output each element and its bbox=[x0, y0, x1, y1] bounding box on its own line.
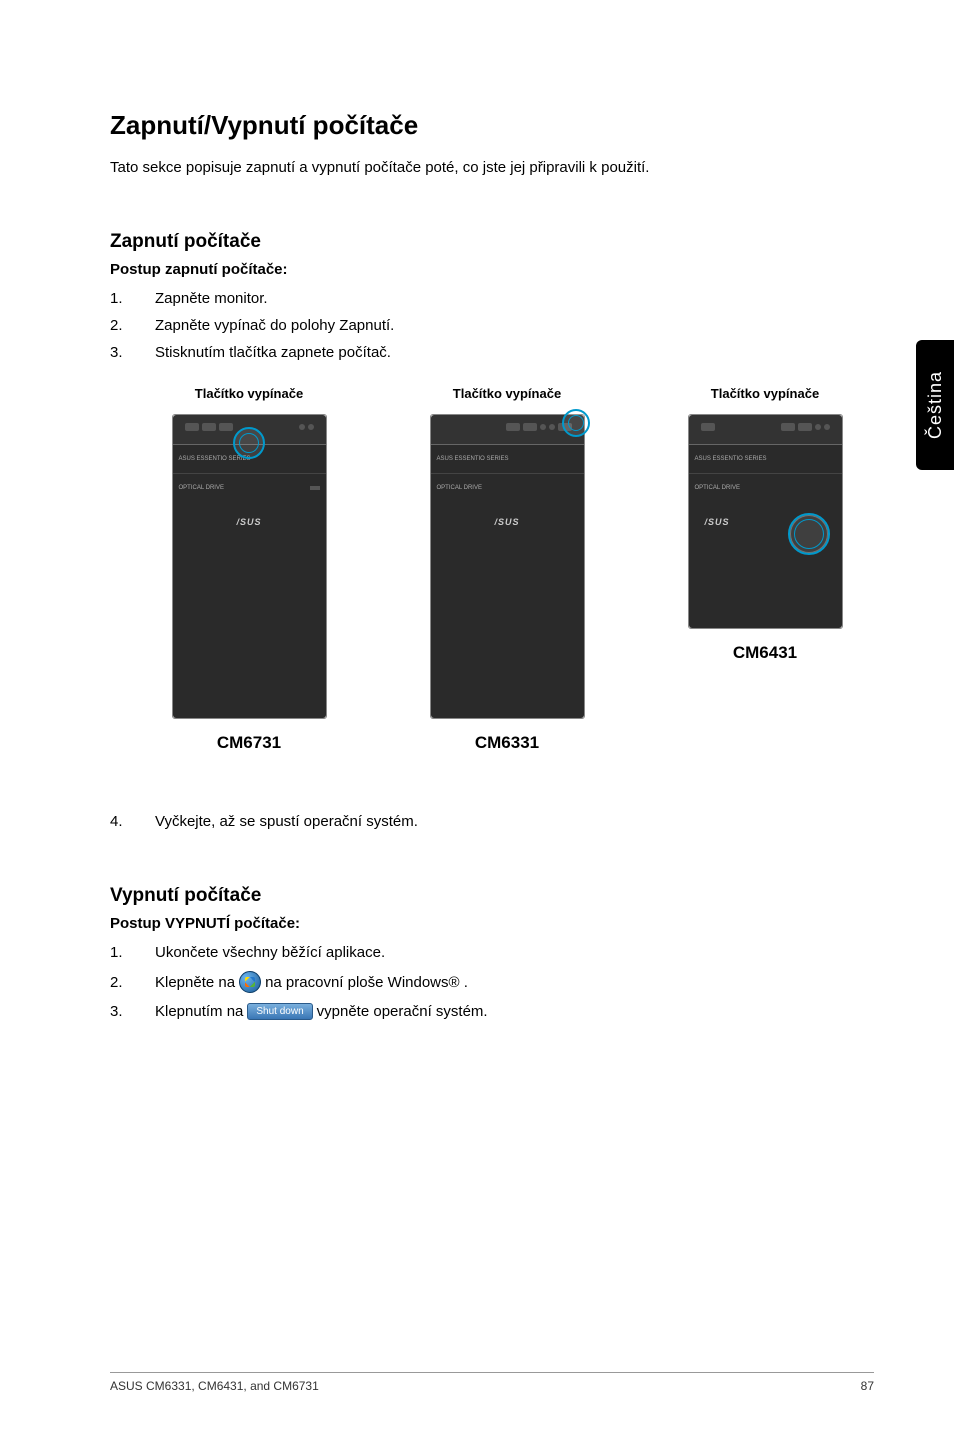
asus-logo: /SUS bbox=[494, 517, 519, 527]
asus-logo: /SUS bbox=[705, 517, 730, 527]
shutdown-button-icon: Shut down bbox=[247, 1003, 312, 1020]
tower-body: /SUS bbox=[173, 501, 326, 718]
asus-logo: /SUS bbox=[236, 517, 261, 527]
port-icon bbox=[219, 423, 233, 431]
tower-top bbox=[689, 415, 842, 445]
tower-band: OPTICAL DRIVE bbox=[431, 473, 584, 501]
step-number: 2. bbox=[110, 317, 155, 334]
tower-band: ASUS ESSENTIO SERIES bbox=[431, 445, 584, 473]
tower-band: OPTICAL DRIVE bbox=[173, 473, 326, 501]
list-item: 3. Stisknutím tlačítka zapnete počítač. bbox=[110, 344, 874, 361]
diagram-cm6731: Tlačítko vypínače ASUS ESSENTIO SERIES bbox=[140, 386, 358, 753]
list-item: 3. Klepnutím na Shut down vypněte operač… bbox=[110, 1003, 874, 1020]
diagram-cm6431: Tlačítko vypínače ASUS ESSENTIO SERIES O… bbox=[656, 386, 874, 753]
tower-illustration: ASUS ESSENTIO SERIES OPTICAL DRIVE /SUS bbox=[172, 414, 327, 719]
page-title: Zapnutí/Vypnutí počítače bbox=[110, 110, 874, 141]
power-button-highlight-icon bbox=[788, 513, 830, 555]
port-icon bbox=[815, 424, 821, 430]
tower-top bbox=[173, 415, 326, 445]
step2-after: na pracovní ploše Windows® . bbox=[265, 974, 468, 991]
step-number: 2. bbox=[110, 974, 155, 991]
intro-text: Tato sekce popisuje zapnutí a vypnutí po… bbox=[110, 159, 874, 176]
step-text: Zapněte monitor. bbox=[155, 290, 268, 307]
diagram-label: Tlačítko vypínače bbox=[711, 386, 819, 404]
step-number: 3. bbox=[110, 344, 155, 361]
step-number: 1. bbox=[110, 944, 155, 961]
list-item: 1. Ukončete všechny běžící aplikace. bbox=[110, 944, 874, 961]
tower-top bbox=[431, 415, 584, 445]
power-on-subheading: Postup zapnutí počítače: bbox=[110, 261, 874, 278]
model-name: CM6331 bbox=[475, 733, 539, 753]
port-icon bbox=[308, 424, 314, 430]
power-on-after-steps: 4. Vyčkejte, až se spustí operační systé… bbox=[110, 813, 874, 830]
port-icon bbox=[185, 423, 199, 431]
footer-left: ASUS CM6331, CM6431, and CM6731 bbox=[110, 1379, 319, 1393]
top-ports bbox=[701, 421, 830, 433]
model-name: CM6431 bbox=[733, 643, 797, 663]
list-item: 2. Zapněte vypínač do polohy Zapnutí. bbox=[110, 317, 874, 334]
power-button-highlight-icon bbox=[233, 427, 265, 459]
windows-start-icon bbox=[239, 971, 261, 993]
port-icon bbox=[540, 424, 546, 430]
tower-band: ASUS ESSENTIO SERIES bbox=[689, 445, 842, 473]
tower-band: OPTICAL DRIVE bbox=[689, 473, 842, 501]
step-text: Stisknutím tlačítka zapnete počítač. bbox=[155, 344, 391, 361]
step-text: Zapněte vypínač do polohy Zapnutí. bbox=[155, 317, 394, 334]
step-number: 4. bbox=[110, 813, 155, 830]
tower-illustration: ASUS ESSENTIO SERIES OPTICAL DRIVE /SUS bbox=[430, 414, 585, 719]
step-text: Klepněte na na pracovní ploše Windows® . bbox=[155, 971, 468, 993]
step-text: Klepnutím na Shut down vypněte operační … bbox=[155, 1003, 488, 1020]
diagram-cm6331: Tlačítko vypínače ASUS ESSENTIO SERIES O… bbox=[398, 386, 616, 753]
tower-illustration: ASUS ESSENTIO SERIES OPTICAL DRIVE /SUS bbox=[688, 414, 843, 629]
band-text: OPTICAL DRIVE bbox=[179, 485, 224, 491]
port-icon bbox=[523, 423, 537, 431]
list-item: 4. Vyčkejte, až se spustí operační systé… bbox=[110, 813, 874, 830]
step-number: 3. bbox=[110, 1003, 155, 1020]
page-content: Zapnutí/Vypnutí počítače Tato sekce popi… bbox=[0, 0, 954, 1438]
page-footer: ASUS CM6331, CM6431, and CM6731 87 bbox=[110, 1372, 874, 1393]
step3-after: vypněte operační systém. bbox=[317, 1003, 488, 1020]
port-icon bbox=[798, 423, 812, 431]
step-text: Ukončete všechny běžící aplikace. bbox=[155, 944, 385, 961]
port-icon bbox=[701, 423, 715, 431]
step-text: Vyčkejte, až se spustí operační systém. bbox=[155, 813, 418, 830]
port-icon bbox=[202, 423, 216, 431]
footer-page-number: 87 bbox=[861, 1379, 874, 1393]
power-button-highlight-icon bbox=[562, 409, 590, 437]
model-name: CM6731 bbox=[217, 733, 281, 753]
power-off-heading: Vypnutí počítače bbox=[110, 885, 874, 907]
port-icon bbox=[299, 424, 305, 430]
list-item: 1. Zapněte monitor. bbox=[110, 290, 874, 307]
step3-before: Klepnutím na bbox=[155, 1003, 243, 1020]
diagrams-row: Tlačítko vypínače ASUS ESSENTIO SERIES bbox=[140, 386, 874, 753]
port-icon bbox=[549, 424, 555, 430]
power-on-steps: 1. Zapněte monitor. 2. Zapněte vypínač d… bbox=[110, 290, 874, 361]
top-ports bbox=[443, 421, 572, 433]
step2-before: Klepněte na bbox=[155, 974, 235, 991]
step-number: 1. bbox=[110, 290, 155, 307]
tower-body: /SUS bbox=[431, 501, 584, 718]
power-on-heading: Zapnutí počítače bbox=[110, 231, 874, 253]
power-off-subheading: Postup VYPNUTÍ počítače: bbox=[110, 915, 874, 932]
power-off-steps: 1. Ukončete všechny běžící aplikace. 2. … bbox=[110, 944, 874, 1020]
port-icon bbox=[506, 423, 520, 431]
tower-body: /SUS bbox=[689, 501, 842, 628]
list-item: 2. Klepněte na na pracovní ploše Windows… bbox=[110, 971, 874, 993]
diagram-label: Tlačítko vypínače bbox=[453, 386, 561, 404]
port-icon bbox=[824, 424, 830, 430]
port-icon bbox=[781, 423, 795, 431]
diagram-label: Tlačítko vypínače bbox=[195, 386, 303, 404]
drive-slot-icon bbox=[310, 486, 320, 490]
